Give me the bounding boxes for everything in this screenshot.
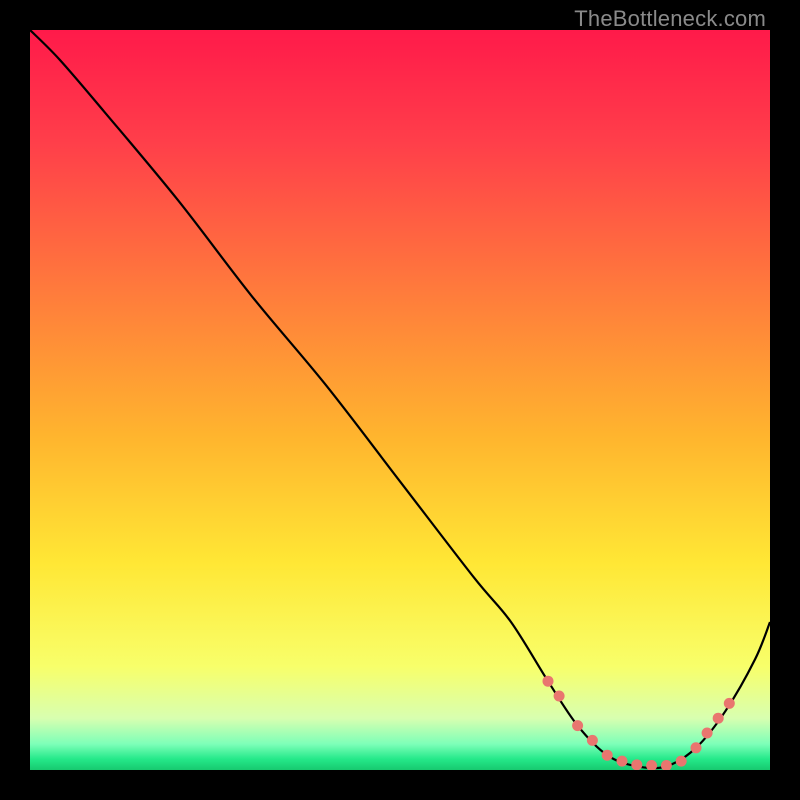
marker-dot [691,742,702,753]
marker-dot [587,735,598,746]
gradient-background [30,30,770,770]
marker-dot [543,676,554,687]
marker-dot [676,756,687,767]
marker-dot [724,698,735,709]
marker-dot [617,756,628,767]
marker-dot [631,759,642,770]
marker-dot [713,713,724,724]
marker-dot [572,720,583,731]
attribution-text: TheBottleneck.com [574,6,766,32]
marker-dot [602,750,613,761]
marker-dot [554,691,565,702]
bottleneck-chart [30,30,770,770]
marker-dot [702,728,713,739]
